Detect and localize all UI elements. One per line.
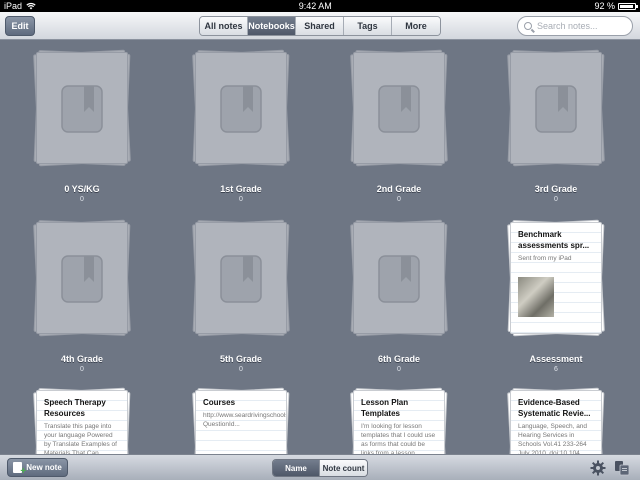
notebook-count: 0 (554, 196, 558, 203)
notebook-stack (349, 218, 449, 337)
notebook-icon (378, 255, 420, 303)
notebook-name: Assessment (529, 354, 583, 364)
notebook-name: 5th Grade (219, 354, 262, 364)
battery-icon (618, 2, 638, 10)
notebook-stack: Benchmark assessments spr... Sent from m… (506, 218, 606, 337)
sort-segmented-control: Name Note count (272, 459, 368, 477)
tab-tags[interactable]: Tags (344, 17, 392, 35)
notebook-stack (506, 48, 606, 167)
notebook-count: 0 (239, 366, 243, 373)
note-snippet: http://www.seardrivingschools.com/SearsD… (203, 412, 286, 428)
notebook-grid: 0 YS/KG 0 1st Grade 0 2nd Grade 0 3rd Gr… (0, 40, 640, 480)
note-snippet: Language, Speech, and Hearing Services i… (518, 423, 588, 457)
bottom-toolbar: New note Name Note count (0, 454, 640, 480)
notebook-stack (32, 218, 132, 337)
notebook-icon (61, 85, 103, 133)
battery-percent: 92 % (594, 1, 615, 11)
notebook-name: 2nd Grade (376, 184, 422, 194)
notebook-stack (191, 218, 291, 337)
new-note-label: New note (26, 463, 62, 472)
notebook-name: 3rd Grade (534, 184, 578, 194)
notebook-icon (220, 85, 262, 133)
notebook-name: 6th Grade (377, 354, 420, 364)
note-title: Benchmark assessments spr... (518, 230, 590, 250)
note-snippet: Sent from my iPad (518, 255, 572, 262)
status-bar: iPad 9:42 AM 92 % (0, 0, 640, 12)
notebook-stack (191, 48, 291, 167)
note-title: Speech Therapy Resources (44, 398, 106, 418)
sort-by-note-count[interactable]: Note count (319, 460, 367, 476)
notebook-count: 0 (397, 196, 401, 203)
note-image-thumbnail (518, 277, 554, 317)
top-toolbar: Edit All notes Notebooks Shared Tags Mor… (0, 12, 640, 40)
sort-by-name[interactable]: Name (273, 460, 319, 476)
notebook-stack (349, 48, 449, 167)
wifi-icon (26, 2, 36, 10)
notebook-name: 0 YS/KG (64, 184, 100, 194)
edit-button[interactable]: Edit (5, 16, 35, 36)
device-label: iPad (4, 1, 23, 11)
tab-shared[interactable]: Shared (296, 17, 344, 35)
gear-icon[interactable] (590, 460, 606, 476)
notebook-icon (535, 85, 577, 133)
sync-icon[interactable] (614, 460, 630, 476)
tab-all-notes[interactable]: All notes (200, 17, 248, 35)
tab-more[interactable]: More (392, 17, 440, 35)
tab-notebooks[interactable]: Notebooks (248, 17, 296, 35)
note-snippet: I'm looking for lesson templates that I … (361, 423, 436, 457)
clock: 9:42 AM (298, 1, 332, 11)
search-input[interactable] (537, 21, 627, 31)
notebook-icon (378, 85, 420, 133)
note-preview: Benchmark assessments spr... Sent from m… (510, 222, 602, 334)
view-segmented-control: All notes Notebooks Shared Tags More (199, 16, 441, 36)
notebook-count: 0 (80, 366, 84, 373)
notebook-count: 0 (397, 366, 401, 373)
notebook-name: 4th Grade (60, 354, 103, 364)
notebook-stack (32, 48, 132, 167)
search-box[interactable] (517, 16, 633, 36)
notebook-count: 6 (554, 366, 558, 373)
note-title: Evidence-Based Systematic Revie... (518, 398, 591, 418)
new-note-icon (13, 462, 26, 477)
note-title: Courses (203, 398, 236, 407)
notebook-name: 1st Grade (220, 184, 262, 194)
new-note-button[interactable]: New note (7, 458, 68, 477)
notebook-icon (61, 255, 103, 303)
notebook-count: 0 (239, 196, 243, 203)
note-snippet: Translate this page into your language P… (44, 423, 117, 457)
notebook-count: 0 (80, 196, 84, 203)
notebook-icon (220, 255, 262, 303)
search-icon (524, 22, 532, 30)
note-title: Lesson Plan Templates (361, 398, 409, 418)
